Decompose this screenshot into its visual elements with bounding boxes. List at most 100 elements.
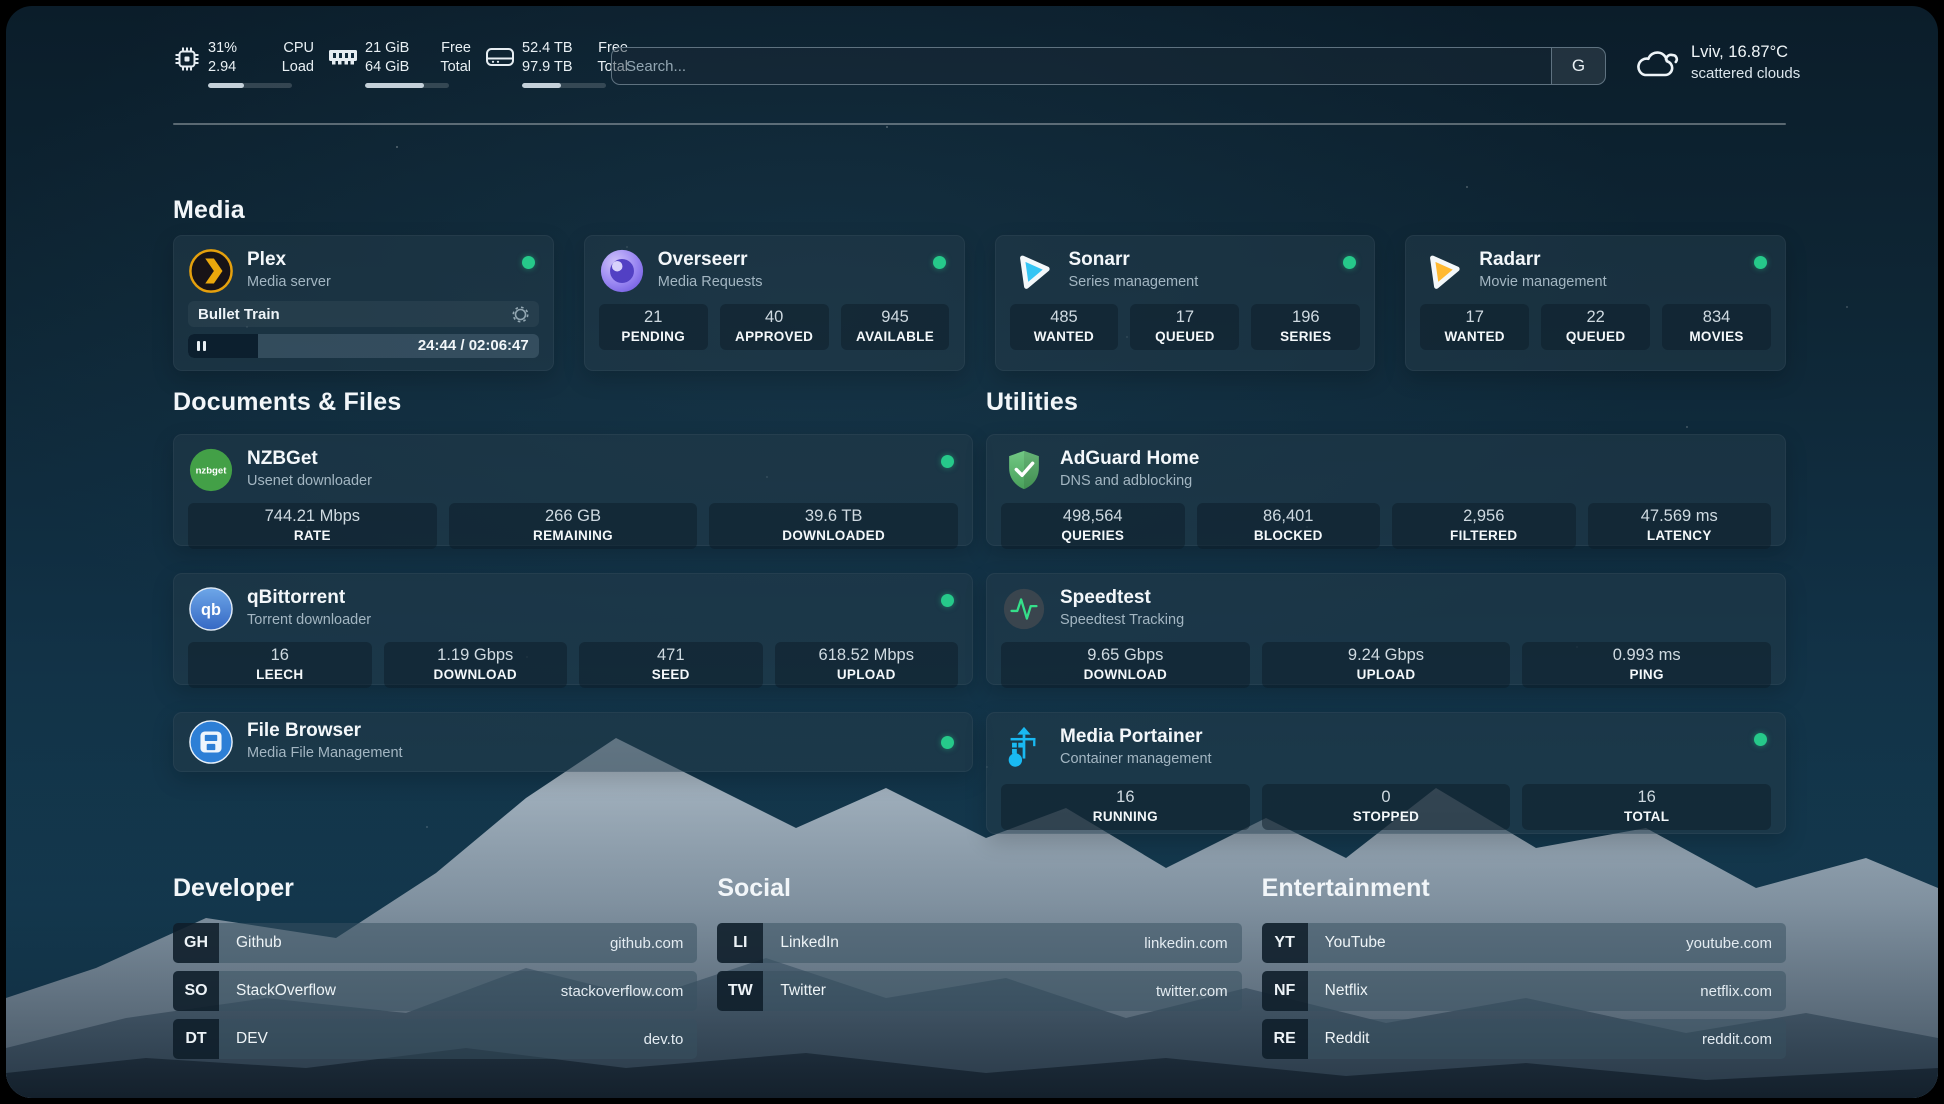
adguard-icon: [1001, 447, 1047, 493]
cloud-icon: [1633, 46, 1679, 80]
qbittorrent-icon: qb: [188, 586, 234, 632]
app-name: Sonarr: [1069, 249, 1199, 271]
cpu-label-line1: CPU: [283, 39, 314, 58]
stat-pending: 21 PENDING: [599, 304, 708, 350]
storage-free-value: 52.4 TB: [522, 39, 576, 58]
card-portainer[interactable]: Media Portainer Container management 16 …: [986, 712, 1786, 834]
status-online-dot: [1754, 733, 1767, 746]
header-divider: [173, 123, 1786, 125]
link-badge: GH: [173, 923, 219, 963]
app-subtitle: Media server: [247, 271, 331, 293]
stat-queries: 498,564 QUERIES: [1001, 503, 1185, 549]
cpu-load-value: 2.94: [208, 58, 262, 77]
memory-label-line1: Free: [441, 39, 471, 58]
svg-text:nzbget: nzbget: [196, 465, 228, 476]
memory-icon: [328, 45, 358, 69]
card-radarr[interactable]: Radarr Movie management 17 WANTED 22 QUE…: [1405, 235, 1786, 371]
stat-movies: 834 MOVIES: [1662, 304, 1771, 350]
app-name: qBittorrent: [247, 587, 371, 609]
card-adguard[interactable]: AdGuard Home DNS and adblocking 498,564 …: [986, 434, 1786, 546]
link-badge: TW: [717, 971, 763, 1011]
link-linkedin[interactable]: LI LinkedIn linkedin.com: [717, 923, 1241, 963]
app-subtitle: DNS and adblocking: [1060, 470, 1199, 492]
app-subtitle: Media File Management: [247, 742, 403, 764]
settings-icon[interactable]: [512, 306, 529, 323]
status-online-dot: [941, 455, 954, 468]
now-playing-row: Bullet Train: [188, 301, 539, 327]
stat-running: 16 RUNNING: [1001, 784, 1250, 830]
stat-queued: 22 QUEUED: [1541, 304, 1650, 350]
link-badge: DT: [173, 1019, 219, 1059]
link-reddit[interactable]: RE Reddit reddit.com: [1262, 1019, 1786, 1059]
link-url: dev.to: [644, 1031, 698, 1048]
stat-leech: 16 LEECH: [188, 642, 372, 688]
cpu-usage-value: 31%: [208, 39, 262, 58]
memory-total-value: 64 GiB: [365, 58, 419, 77]
app-name: File Browser: [247, 720, 403, 742]
link-url: twitter.com: [1156, 983, 1242, 1000]
entertainment-section: Entertainment YT YouTube youtube.com NF …: [1262, 874, 1786, 1067]
stat-available: 945 AVAILABLE: [841, 304, 950, 350]
search-input[interactable]: [612, 48, 1550, 84]
link-netflix[interactable]: NF Netflix netflix.com: [1262, 971, 1786, 1011]
card-overseerr[interactable]: Overseerr Media Requests 21 PENDING 40 A…: [584, 235, 965, 371]
stat-wanted: 485 WANTED: [1010, 304, 1119, 350]
stat-ping: 0.993 ms PING: [1522, 642, 1771, 688]
link-twitter[interactable]: TW Twitter twitter.com: [717, 971, 1241, 1011]
storage-icon: [485, 45, 515, 69]
storage-progress-bar: [522, 83, 606, 88]
app-subtitle: Torrent downloader: [247, 609, 371, 631]
status-online-dot: [941, 736, 954, 749]
link-name: YouTube: [1308, 934, 1686, 952]
section-title-media: Media: [173, 196, 245, 225]
memory-label-line2: Total: [440, 58, 471, 77]
app-name: AdGuard Home: [1060, 448, 1199, 470]
playback-progress-bar: 24:44 / 02:06:47: [188, 334, 539, 358]
link-youtube[interactable]: YT YouTube youtube.com: [1262, 923, 1786, 963]
link-name: Github: [219, 934, 610, 952]
link-badge: SO: [173, 971, 219, 1011]
storage-widget: 52.4 TB 97.9 TB Free Total: [485, 39, 628, 88]
link-name: LinkedIn: [763, 934, 1144, 952]
media-cards-row: Plex Media server Bullet Train 24:44 / 0…: [173, 235, 1786, 359]
link-dev[interactable]: DT DEV dev.to: [173, 1019, 697, 1059]
sonarr-icon: [1010, 248, 1056, 294]
app-subtitle: Series management: [1069, 271, 1199, 293]
weather-location-temp: Lviv, 16.87°C: [1691, 42, 1800, 63]
dashboard-window: 31% 2.94 CPU Load: [6, 6, 1938, 1098]
card-plex[interactable]: Plex Media server Bullet Train 24:44 / 0…: [173, 235, 554, 371]
developer-section: Developer GH Github github.com SO StackO…: [173, 874, 697, 1067]
search-engine-button[interactable]: G: [1551, 48, 1605, 84]
overseerr-icon: [599, 248, 645, 294]
link-url: linkedin.com: [1144, 935, 1241, 952]
link-name: StackOverflow: [219, 982, 561, 1000]
filebrowser-icon: [188, 719, 234, 765]
link-stackoverflow[interactable]: SO StackOverflow stackoverflow.com: [173, 971, 697, 1011]
card-filebrowser[interactable]: File Browser Media File Management: [173, 712, 973, 772]
stat-seed: 471 SEED: [579, 642, 763, 688]
app-name: Radarr: [1479, 249, 1606, 271]
card-nzbget[interactable]: nzbget NZBGet Usenet downloader 744.21 M…: [173, 434, 973, 546]
link-github[interactable]: GH Github github.com: [173, 923, 697, 963]
speedtest-icon: [1001, 586, 1047, 632]
stat-upload: 618.52 Mbps UPLOAD: [775, 642, 959, 688]
documents-column: nzbget NZBGet Usenet downloader 744.21 M…: [173, 434, 973, 772]
status-online-dot: [941, 594, 954, 607]
cpu-widget: 31% 2.94 CPU Load: [173, 39, 314, 88]
utilities-column: AdGuard Home DNS and adblocking 498,564 …: [986, 434, 1786, 834]
stat-latency: 47.569 ms LATENCY: [1588, 503, 1772, 549]
card-qbittorrent[interactable]: qb qBittorrent Torrent downloader 16 LEE…: [173, 573, 973, 685]
card-sonarr[interactable]: Sonarr Series management 485 WANTED 17 Q…: [995, 235, 1376, 371]
app-name: Speedtest: [1060, 587, 1184, 609]
stat-filtered: 2,956 FILTERED: [1392, 503, 1576, 549]
stat-download: 9.65 Gbps DOWNLOAD: [1001, 642, 1250, 688]
app-name: Plex: [247, 249, 331, 271]
card-speedtest[interactable]: Speedtest Speedtest Tracking 9.65 Gbps D…: [986, 573, 1786, 685]
link-name: Reddit: [1308, 1030, 1702, 1048]
stat-wanted: 17 WANTED: [1420, 304, 1529, 350]
cpu-progress-bar: [208, 83, 292, 88]
section-title-utilities: Utilities: [986, 388, 1078, 417]
system-status-bar: 31% 2.94 CPU Load: [173, 39, 628, 88]
memory-progress-bar: [365, 83, 449, 88]
section-title-entertainment: Entertainment: [1262, 874, 1786, 903]
